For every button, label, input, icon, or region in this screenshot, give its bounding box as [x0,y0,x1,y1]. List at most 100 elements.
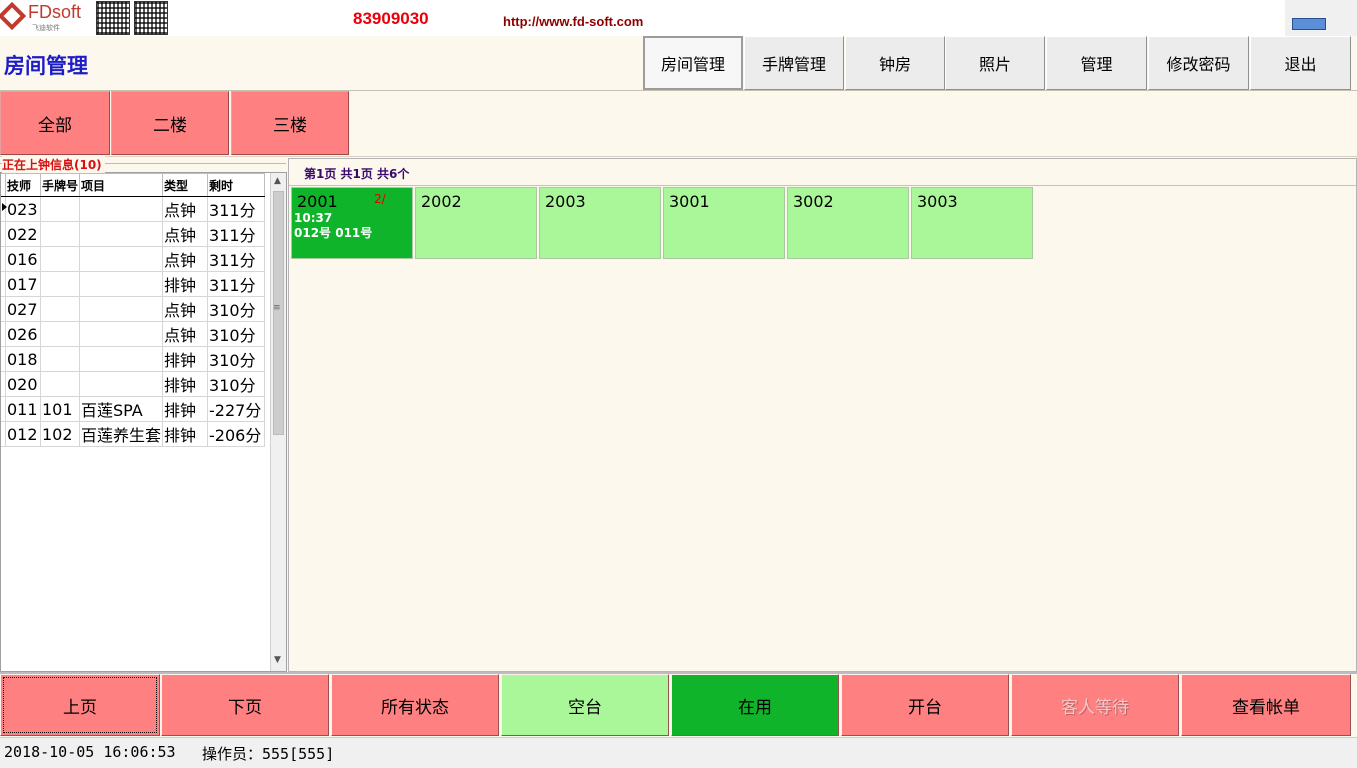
column-header[interactable]: 手牌号 [39,173,81,197]
nav-admin-button[interactable]: 管理 [1046,36,1147,90]
table-row[interactable]: 017 排钟 311分 [1,271,266,297]
table-cell[interactable] [79,246,164,272]
table-cell[interactable] [79,346,164,372]
table-cell[interactable]: 026 [5,321,41,347]
table-cell[interactable]: 排钟 [162,396,209,422]
table-cell[interactable]: 310分 [207,371,266,397]
room-tile-2001[interactable]: 2001 2/10:37 012号 011号 [291,187,413,259]
nav-photos-button[interactable]: 照片 [945,36,1045,90]
floor-2-button[interactable]: 二楼 [111,91,229,155]
filter-in-use-button[interactable]: 在用 [671,674,839,736]
table-cell[interactable] [79,371,164,397]
table-cell[interactable]: 点钟 [162,321,209,347]
table-row[interactable]: 016 点钟 311分 [1,246,266,272]
table-cell[interactable] [39,296,81,322]
website-url[interactable]: http://www.fd-soft.com [503,14,643,29]
scroll-up-arrow-icon[interactable]: ▲ [274,176,281,186]
table-cell[interactable]: 016 [5,246,41,272]
table-row[interactable]: 012 102 百莲养生套 排钟 -206分 [1,421,266,447]
table-cell[interactable] [79,271,164,297]
table-cell[interactable]: -227分 [207,396,266,422]
nav-exit-button[interactable]: 退出 [1250,36,1351,90]
open-table-button[interactable]: 开台 [841,674,1009,736]
table-cell[interactable]: 排钟 [162,271,209,297]
table-cell[interactable]: 027 [5,296,41,322]
table-cell[interactable]: 018 [5,346,41,372]
active-sessions-title: 正在上钟信息(10) [2,156,105,173]
room-name: 2002 [421,192,462,211]
table-cell[interactable] [39,321,81,347]
table-cell[interactable]: 011 [5,396,41,422]
table-cell[interactable]: 020 [5,371,41,397]
room-occupancy-count: 2/ [374,192,386,206]
column-header[interactable]: 技师 [5,173,41,197]
table-row[interactable]: 020 排钟 310分 [1,371,266,397]
room-name: 2003 [545,192,586,211]
filter-free-button[interactable]: 空台 [501,674,669,736]
table-cell[interactable] [79,196,164,222]
nav-room-management-button[interactable]: 房间管理 [643,36,743,90]
all-status-button[interactable]: 所有状态 [331,674,499,736]
room-tile-3003[interactable]: 3003 [911,187,1033,259]
table-row[interactable]: 011 101 百莲SPA 排钟 -227分 [1,396,266,422]
table-cell[interactable]: 百莲养生套 [79,421,164,447]
table-row[interactable]: 027 点钟 310分 [1,296,266,322]
room-tile-3001[interactable]: 3001 [663,187,785,259]
table-cell[interactable]: 排钟 [162,371,209,397]
scrollbar-thumb[interactable] [273,191,284,435]
table-cell[interactable]: 311分 [207,246,266,272]
room-tile-3002[interactable]: 3002 [787,187,909,259]
table-row[interactable]: 022 点钟 311分 [1,221,266,247]
table-cell[interactable] [39,246,81,272]
table-row[interactable]: 023 点钟 311分 [1,196,266,222]
table-row[interactable]: 026 点钟 310分 [1,321,266,347]
table-cell[interactable]: 排钟 [162,346,209,372]
table-cell[interactable]: 百莲SPA [79,396,164,422]
nav-change-password-button[interactable]: 修改密码 [1148,36,1249,90]
active-sessions-grid[interactable]: 技师 手牌号 项目 类型 剩时 023 点钟 311分 022 点钟 311分 016 点钟 3… [0,172,287,672]
table-cell[interactable] [79,321,164,347]
table-cell[interactable]: 点钟 [162,196,209,222]
table-cell[interactable]: 101 [39,396,81,422]
table-cell[interactable] [39,346,81,372]
table-cell[interactable]: 311分 [207,271,266,297]
table-cell[interactable]: -206分 [207,421,266,447]
room-tile-2002[interactable]: 2002 [415,187,537,259]
table-cell[interactable]: 022 [5,221,41,247]
next-page-button[interactable]: 下页 [161,674,329,736]
table-cell[interactable]: 012 [5,421,41,447]
table-cell[interactable]: 排钟 [162,421,209,447]
scroll-down-arrow-icon[interactable]: ▼ [274,655,281,665]
table-cell[interactable]: 310分 [207,321,266,347]
nav-wristband-management-button[interactable]: 手牌管理 [744,36,844,90]
column-header[interactable]: 项目 [79,173,164,197]
table-cell[interactable]: 点钟 [162,221,209,247]
table-cell[interactable]: 311分 [207,221,266,247]
vertical-scrollbar[interactable]: ▲ ≡ ▼ [270,173,286,671]
floor-all-button[interactable]: 全部 [0,91,110,155]
table-cell[interactable]: 点钟 [162,246,209,272]
table-cell[interactable]: 311分 [207,196,266,222]
table-cell[interactable]: 102 [39,421,81,447]
table-cell[interactable] [39,196,81,222]
table-cell[interactable] [39,221,81,247]
guest-waiting-button[interactable]: 客人等待 [1011,674,1179,736]
table-cell[interactable]: 310分 [207,296,266,322]
table-cell[interactable]: 310分 [207,346,266,372]
floor-3-button[interactable]: 三楼 [231,91,349,155]
column-header[interactable]: 类型 [162,173,209,197]
room-tile-2003[interactable]: 2003 [539,187,661,259]
nav-clock-room-button[interactable]: 钟房 [845,36,945,90]
table-cell[interactable]: 023 [5,196,41,222]
minimize-button[interactable] [1292,18,1326,30]
column-header[interactable]: 剩时 [207,173,266,197]
table-row[interactable]: 018 排钟 310分 [1,346,266,372]
table-cell[interactable]: 点钟 [162,296,209,322]
view-bill-button[interactable]: 查看帐单 [1181,674,1351,736]
table-cell[interactable]: 017 [5,271,41,297]
table-cell[interactable] [79,296,164,322]
prev-page-button[interactable]: 上页 [0,674,160,736]
table-cell[interactable] [39,271,81,297]
table-cell[interactable] [39,371,81,397]
table-cell[interactable] [79,221,164,247]
